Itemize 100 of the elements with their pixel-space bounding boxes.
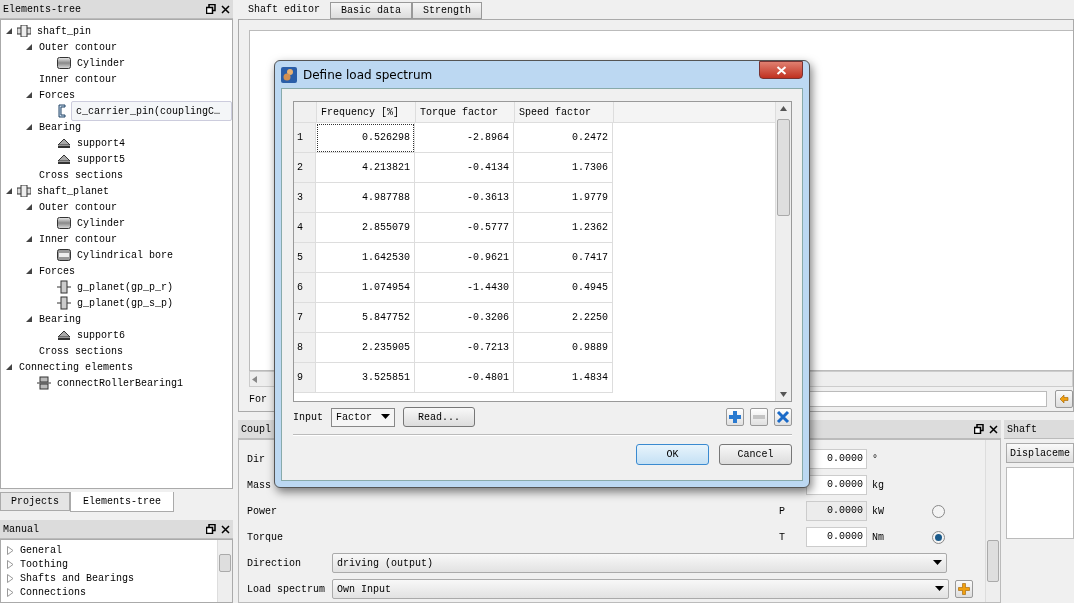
table-cell[interactable]: -2.8964 <box>415 123 514 153</box>
table-cell[interactable]: 1.9779 <box>514 183 613 213</box>
expand-arrow-icon[interactable] <box>25 203 33 211</box>
expand-arrow-icon[interactable] <box>25 235 33 243</box>
table-cell[interactable]: 1.7306 <box>514 153 613 183</box>
row-number[interactable]: 1 <box>294 123 316 153</box>
tree-item[interactable]: Inner contour <box>37 72 119 86</box>
tree-item[interactable]: Bearing <box>37 120 83 134</box>
float-icon[interactable] <box>974 424 984 434</box>
scrollbar[interactable] <box>217 540 232 602</box>
column-header[interactable]: Frequency [%] <box>317 102 416 122</box>
manual-item[interactable]: Toothing <box>20 558 68 570</box>
scrollbar[interactable] <box>775 102 791 401</box>
tree-item[interactable]: support5 <box>75 152 127 166</box>
table-cell[interactable]: 3.525851 <box>316 363 415 393</box>
tree-item[interactable]: shaft_pin <box>35 24 93 38</box>
scroll-up-arrow-icon[interactable] <box>780 106 787 111</box>
read-button[interactable]: Read... <box>403 407 475 427</box>
tree-item[interactable]: Cross sections <box>37 344 125 358</box>
tree-item[interactable]: Forces <box>37 88 77 102</box>
table-cell[interactable]: -0.5777 <box>415 213 514 243</box>
tree-item[interactable]: support6 <box>75 328 127 342</box>
panel-tab[interactable]: Projects <box>0 492 70 511</box>
table-cell[interactable]: 0.9889 <box>514 333 613 363</box>
row-number[interactable]: 6 <box>294 273 316 303</box>
manual-item[interactable]: Connections <box>20 586 86 598</box>
table-cell[interactable]: 1.4834 <box>514 363 613 393</box>
tree-item[interactable]: Cylindrical bore <box>75 248 175 262</box>
table-cell[interactable]: 0.2472 <box>514 123 613 153</box>
expand-arrow-icon[interactable] <box>25 43 33 51</box>
table-cell[interactable]: 1.642530 <box>316 243 415 273</box>
table-cell[interactable]: 2.855079 <box>316 213 415 243</box>
dropdown[interactable]: driving (output) <box>332 553 947 573</box>
column-header[interactable]: Torque factor <box>416 102 515 122</box>
expand-arrow-icon[interactable] <box>25 315 33 323</box>
table-cell[interactable]: 0.7417 <box>514 243 613 273</box>
manual-item[interactable]: General <box>20 544 62 556</box>
tree-item[interactable]: g_planet(gp_s_p) <box>75 296 175 310</box>
table-cell[interactable]: 2.2250 <box>514 303 613 333</box>
row-number[interactable]: 9 <box>294 363 316 393</box>
tree-item[interactable]: Forces <box>37 264 77 278</box>
row-number[interactable]: 4 <box>294 213 316 243</box>
table-cell[interactable]: 0.4945 <box>514 273 613 303</box>
manual-item[interactable]: Shafts and Bearings <box>20 572 135 584</box>
radio-button[interactable] <box>932 530 945 544</box>
table-cell[interactable]: -0.9621 <box>415 243 514 273</box>
tree-item[interactable]: Outer contour <box>37 40 119 54</box>
table-cell[interactable]: 1.2362 <box>514 213 613 243</box>
row-number[interactable]: 5 <box>294 243 316 273</box>
add-button[interactable] <box>955 580 973 598</box>
tree-item[interactable]: g_planet(gp_p_r) <box>75 280 175 294</box>
float-icon[interactable] <box>206 4 216 14</box>
close-icon[interactable] <box>221 524 230 534</box>
expand-arrow-icon[interactable] <box>5 363 13 371</box>
table-cell[interactable]: -1.4430 <box>415 273 514 303</box>
add-row-button[interactable] <box>726 408 744 426</box>
table-cell[interactable]: -0.3206 <box>415 303 514 333</box>
table-cell[interactable]: 1.074954 <box>316 273 415 303</box>
displacement-button[interactable]: Displaceme <box>1006 443 1074 463</box>
delete-button[interactable] <box>774 408 792 426</box>
table-cell[interactable]: -0.7213 <box>415 333 514 363</box>
close-button[interactable] <box>759 61 803 79</box>
tree-item[interactable]: Cylinder <box>75 56 127 70</box>
scroll-down-arrow-icon[interactable] <box>780 392 787 397</box>
row-number[interactable]: 8 <box>294 333 316 363</box>
row-number[interactable]: 2 <box>294 153 316 183</box>
number-field[interactable]: 0.0000 <box>806 501 867 521</box>
expand-arrow-icon[interactable] <box>5 187 13 195</box>
radio-button[interactable] <box>932 504 945 518</box>
editor-tab[interactable]: Strength <box>412 2 483 19</box>
table-cell[interactable]: 0.526298 <box>316 123 415 153</box>
scroll-left-arrow-icon[interactable] <box>252 375 257 383</box>
table-cell[interactable]: 4.987788 <box>316 183 415 213</box>
tree-item[interactable]: c_carrier_pin(couplingC… <box>71 101 232 121</box>
tree-item[interactable]: shaft_planet <box>35 184 111 198</box>
ok-button[interactable]: OK <box>636 444 709 465</box>
expand-arrow-icon[interactable] <box>25 91 33 99</box>
expand-arrow-icon[interactable] <box>25 123 33 131</box>
expand-arrow-icon[interactable] <box>25 267 33 275</box>
table-cell[interactable]: 5.847752 <box>316 303 415 333</box>
column-header[interactable]: Speed factor <box>515 102 614 122</box>
table-cell[interactable]: 2.235905 <box>316 333 415 363</box>
tree-item[interactable]: Cylinder <box>75 216 127 230</box>
expand-arrow-icon[interactable] <box>5 27 13 35</box>
number-field[interactable]: 0.0000 <box>806 475 867 495</box>
editor-tab[interactable]: Basic data <box>330 2 412 19</box>
number-field[interactable]: 0.0000 <box>806 527 867 547</box>
table-cell[interactable]: -0.4134 <box>415 153 514 183</box>
tree-item[interactable]: support4 <box>75 136 127 150</box>
tree-item[interactable]: Cross sections <box>37 168 125 182</box>
tree-item[interactable]: connectRollerBearing1 <box>55 376 186 390</box>
tree-item[interactable]: Bearing <box>37 312 83 326</box>
row-number[interactable]: 7 <box>294 303 316 333</box>
table-cell[interactable]: 4.213821 <box>316 153 415 183</box>
tree-item[interactable]: Outer contour <box>37 200 119 214</box>
tree-item[interactable]: Connecting elements <box>17 360 136 374</box>
table-cell[interactable]: -0.4801 <box>415 363 514 393</box>
table-cell[interactable]: -0.3613 <box>415 183 514 213</box>
float-icon[interactable] <box>206 524 216 534</box>
arrow-button[interactable] <box>1055 390 1073 408</box>
